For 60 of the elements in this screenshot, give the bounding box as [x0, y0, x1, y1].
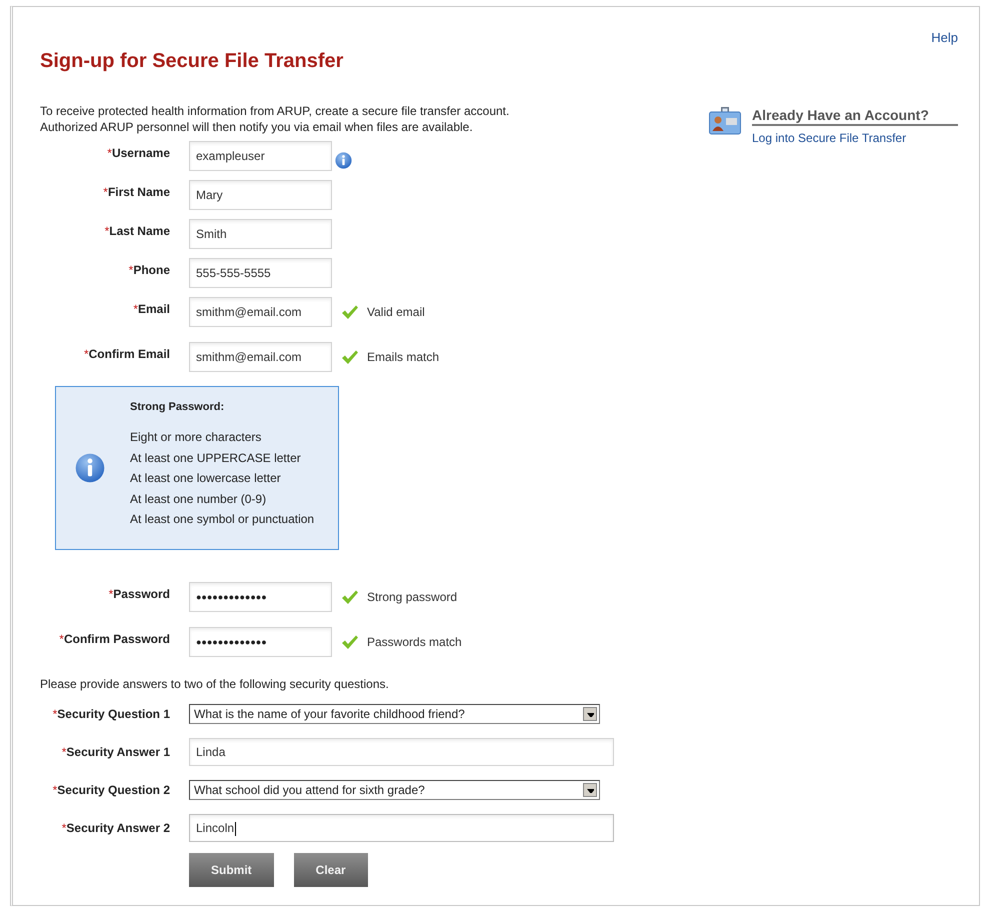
required-mark: * [62, 821, 66, 835]
tip-text: Eight or more characters [130, 429, 262, 446]
required-mark: * [108, 587, 114, 601]
field-label: Phone [133, 263, 170, 277]
validation-message: Strong password [367, 590, 458, 604]
dropdown[interactable]: What school did you attend for sixth grade? [189, 780, 600, 800]
info-icon [75, 453, 105, 483]
required-mark: * [52, 707, 58, 721]
required-mark: * [59, 632, 64, 646]
required-mark: * [103, 185, 108, 199]
instruction-text: Please provide answers to two of the following security questions. [40, 677, 390, 691]
section-heading: Already Have an Account? [752, 107, 958, 126]
validation-message: Valid email [367, 305, 425, 319]
text-cursor [235, 822, 236, 836]
field-label: Security Answer 1 [66, 745, 170, 759]
caret-icon [586, 712, 594, 716]
intro-text: Authorized ARUP personnel will then notify you via email when files are available. [40, 119, 474, 135]
field-label: Username [112, 146, 170, 160]
required-mark: * [133, 302, 138, 316]
validation-message: Emails match [367, 350, 440, 364]
input-field[interactable]: smithm@email.com [189, 297, 332, 327]
field-label: Security Answer 2 [66, 821, 170, 835]
field-label: Confirm Password [64, 632, 170, 646]
field-label: Security Question 2 [57, 783, 170, 797]
tip-text: At least one lowercase letter [130, 470, 282, 488]
password-field[interactable]: ●●●●●●●●●●●●● [189, 627, 332, 657]
input-field[interactable]: exampleuser [189, 141, 332, 171]
required-mark: * [84, 347, 89, 361]
required-mark: * [104, 224, 110, 238]
id-card-icon [709, 107, 741, 135]
dropdown[interactable]: What is the name of your favorite childhood friend? [189, 704, 600, 724]
input-field[interactable]: smithm@email.com [189, 342, 332, 372]
intro-text: To receive protected health information from ARUP, create a secure file transfer account. [40, 103, 510, 119]
field-label: Password [113, 587, 170, 601]
login-link[interactable]: Log into Secure File Transfer [752, 131, 958, 145]
password-field[interactable]: ●●●●●●●●●●●●● [189, 582, 332, 612]
input-field[interactable]: Mary [189, 180, 332, 210]
required-mark: * [52, 783, 58, 797]
field-label: Security Question 1 [57, 707, 170, 721]
input-field[interactable]: Lincoln [189, 814, 614, 842]
tip-text: At least one UPPERCASE letter [130, 450, 302, 467]
caret-icon [586, 788, 594, 792]
required-mark: * [62, 745, 66, 759]
required-mark: * [128, 263, 134, 277]
field-label: Last Name [109, 224, 170, 238]
field-label: Email [138, 302, 170, 316]
tip-text: At least one number (0-9) [130, 490, 268, 508]
input-field[interactable]: Smith [189, 219, 332, 249]
page-title: Sign-up for Secure File Transfer [40, 49, 344, 73]
form-button[interactable]: Clear [294, 853, 368, 887]
field-label: Confirm Email [88, 347, 170, 361]
validation-message: Passwords match [367, 635, 462, 649]
input-field[interactable]: 555-555-5555 [189, 258, 332, 288]
field-label: First Name [108, 185, 170, 199]
help-link[interactable]: Help [931, 30, 958, 45]
input-field[interactable]: Linda [189, 738, 614, 766]
tip-text: At least one symbol or punctuation [130, 511, 314, 528]
required-mark: * [107, 146, 112, 160]
form-button[interactable]: Submit [189, 853, 274, 887]
tips-heading: Strong Password: [130, 401, 226, 413]
